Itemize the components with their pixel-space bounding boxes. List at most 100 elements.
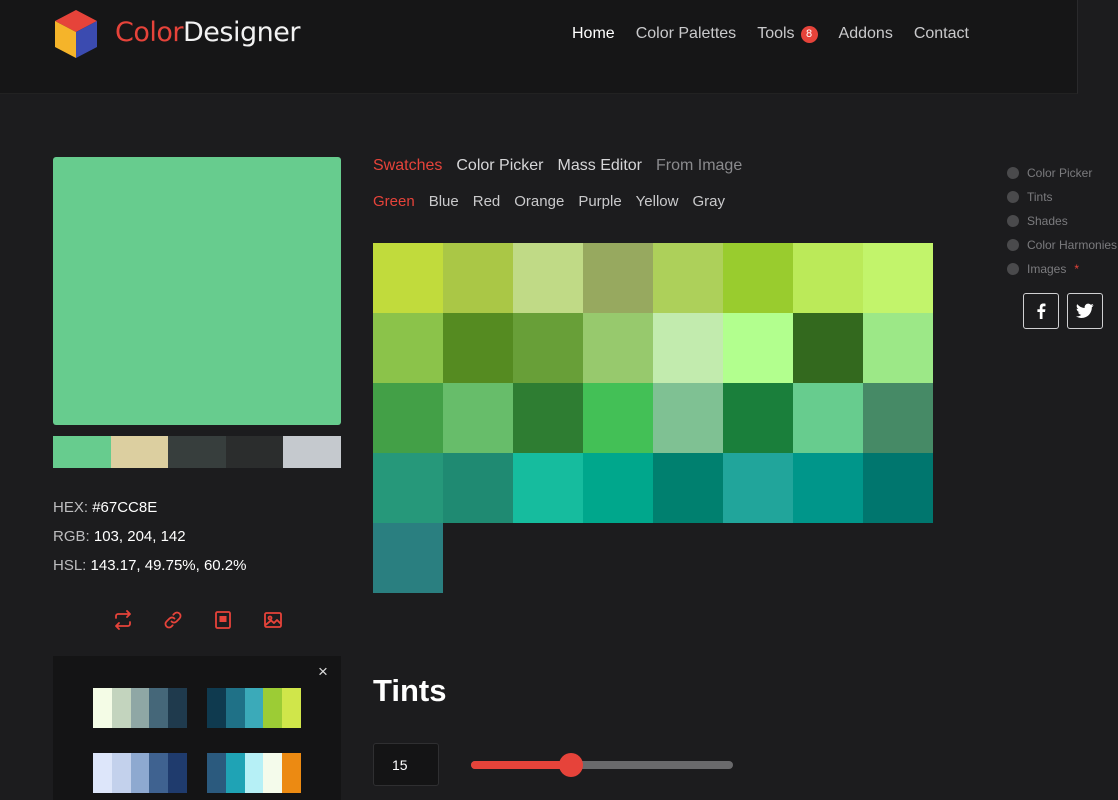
rgb-label: RGB:	[53, 528, 90, 545]
suggested-palette-color	[130, 753, 150, 793]
color-swatch[interactable]	[583, 243, 653, 313]
color-swatch[interactable]	[653, 453, 723, 523]
tints-slider[interactable]	[471, 753, 733, 777]
color-swatch[interactable]	[443, 453, 513, 523]
nav-home[interactable]: Home	[572, 25, 615, 43]
color-swatch[interactable]	[583, 383, 653, 453]
suggested-palette-color	[282, 753, 301, 793]
color-swatch[interactable]	[793, 453, 863, 523]
color-swatch[interactable]	[653, 313, 723, 383]
color-swatch[interactable]	[723, 453, 793, 523]
section-nav-color-harmonies[interactable]: Color Harmonies	[1007, 233, 1117, 257]
hex-row: HEX: #67CC8E	[53, 493, 247, 522]
section-nav-shades[interactable]: Shades	[1007, 209, 1117, 233]
color-swatch[interactable]	[513, 243, 583, 313]
subtab-yellow[interactable]: Yellow	[636, 193, 679, 210]
color-swatch[interactable]	[513, 453, 583, 523]
subtab-purple[interactable]: Purple	[578, 193, 621, 210]
palette-color-swatch[interactable]	[110, 436, 169, 468]
color-swatch[interactable]	[653, 383, 723, 453]
subtab-red[interactable]: Red	[473, 193, 501, 210]
suggested-palette-color	[149, 753, 169, 793]
suggested-palette[interactable]	[207, 753, 301, 793]
suggested-palette-color	[225, 688, 245, 728]
color-swatch[interactable]	[793, 313, 863, 383]
tab-from-image[interactable]: From Image	[656, 157, 742, 175]
suggested-palette-color	[168, 688, 187, 728]
logo-cube-icon[interactable]	[52, 8, 100, 60]
save-icon[interactable]	[211, 608, 235, 632]
color-swatch[interactable]	[513, 383, 583, 453]
swatch-grid	[373, 243, 933, 593]
hsl-value[interactable]: 143.17, 49.75%, 60.2%	[91, 557, 247, 574]
rgb-value[interactable]: 103, 204, 142	[94, 528, 186, 545]
suggested-palette[interactable]	[93, 753, 187, 793]
color-family-tabs: Green Blue Red Orange Purple Yellow Gray	[373, 193, 725, 210]
brand-name-part2: Designer	[183, 17, 300, 48]
color-swatch[interactable]	[373, 383, 443, 453]
close-icon[interactable]: ×	[315, 663, 331, 680]
color-swatch[interactable]	[863, 383, 933, 453]
color-swatch[interactable]	[723, 383, 793, 453]
color-swatch[interactable]	[373, 313, 443, 383]
main-nav: Home Color Palettes Tools 8 Addons Contac…	[572, 25, 969, 43]
section-nav-images[interactable]: Images *	[1007, 257, 1117, 281]
suggested-palette-color	[207, 753, 226, 793]
suggested-palette-color	[207, 688, 226, 728]
subtab-blue[interactable]: Blue	[429, 193, 459, 210]
color-swatch[interactable]	[793, 243, 863, 313]
subtab-orange[interactable]: Orange	[514, 193, 564, 210]
palette-suggestions-panel: ×	[53, 656, 341, 800]
tints-slider-thumb[interactable]	[558, 753, 583, 777]
color-swatch[interactable]	[723, 243, 793, 313]
tab-color-picker[interactable]: Color Picker	[456, 157, 543, 175]
nav-addons[interactable]: Addons	[839, 25, 893, 43]
palette-color-swatch[interactable]	[225, 436, 284, 468]
link-icon[interactable]	[161, 608, 185, 632]
tab-swatches[interactable]: Swatches	[373, 157, 442, 175]
nav-tools[interactable]: Tools 8	[757, 25, 818, 43]
suggested-palette-color	[225, 753, 245, 793]
color-swatch[interactable]	[793, 383, 863, 453]
color-swatch[interactable]	[443, 383, 513, 453]
subtab-gray[interactable]: Gray	[692, 193, 725, 210]
suggested-palette[interactable]	[207, 688, 301, 728]
color-swatch[interactable]	[583, 313, 653, 383]
color-swatch[interactable]	[373, 243, 443, 313]
nav-contact[interactable]: Contact	[914, 25, 969, 43]
palette-color-swatch[interactable]	[283, 436, 341, 468]
section-label: Color Harmonies	[1027, 238, 1118, 252]
image-icon[interactable]	[261, 608, 285, 632]
color-swatch[interactable]	[373, 523, 443, 593]
new-star: *	[1074, 262, 1080, 276]
hex-value[interactable]: #67CC8E	[92, 499, 157, 516]
palette-color-swatch[interactable]	[168, 436, 226, 468]
color-swatch[interactable]	[443, 313, 513, 383]
tab-mass-editor[interactable]: Mass Editor	[558, 157, 642, 175]
twitter-icon[interactable]	[1067, 293, 1103, 329]
color-swatch[interactable]	[863, 453, 933, 523]
color-swatch[interactable]	[373, 453, 443, 523]
subtab-green[interactable]: Green	[373, 193, 415, 210]
color-swatch[interactable]	[513, 313, 583, 383]
facebook-icon[interactable]	[1023, 293, 1059, 329]
rgb-row: RGB: 103, 204, 142	[53, 522, 247, 551]
section-nav-tints[interactable]: Tints	[1007, 185, 1117, 209]
color-swatch[interactable]	[583, 453, 653, 523]
brand-name[interactable]: ColorDesigner	[115, 17, 300, 48]
section-dot	[1007, 191, 1019, 203]
section-nav: Color Picker Tints Shades Color Harmonie…	[1007, 161, 1117, 281]
swap-icon[interactable]	[111, 608, 135, 632]
tints-count-input[interactable]	[373, 743, 439, 786]
color-swatch[interactable]	[863, 313, 933, 383]
palette-color-swatch[interactable]	[53, 436, 111, 468]
hex-label: HEX:	[53, 499, 89, 516]
suggested-palette[interactable]	[93, 688, 187, 728]
section-nav-color-picker[interactable]: Color Picker	[1007, 161, 1117, 185]
color-swatch[interactable]	[723, 313, 793, 383]
color-swatch[interactable]	[863, 243, 933, 313]
color-swatch[interactable]	[443, 243, 513, 313]
color-swatch[interactable]	[653, 243, 723, 313]
nav-color-palettes[interactable]: Color Palettes	[636, 25, 737, 43]
suggested-palette-color	[93, 753, 112, 793]
